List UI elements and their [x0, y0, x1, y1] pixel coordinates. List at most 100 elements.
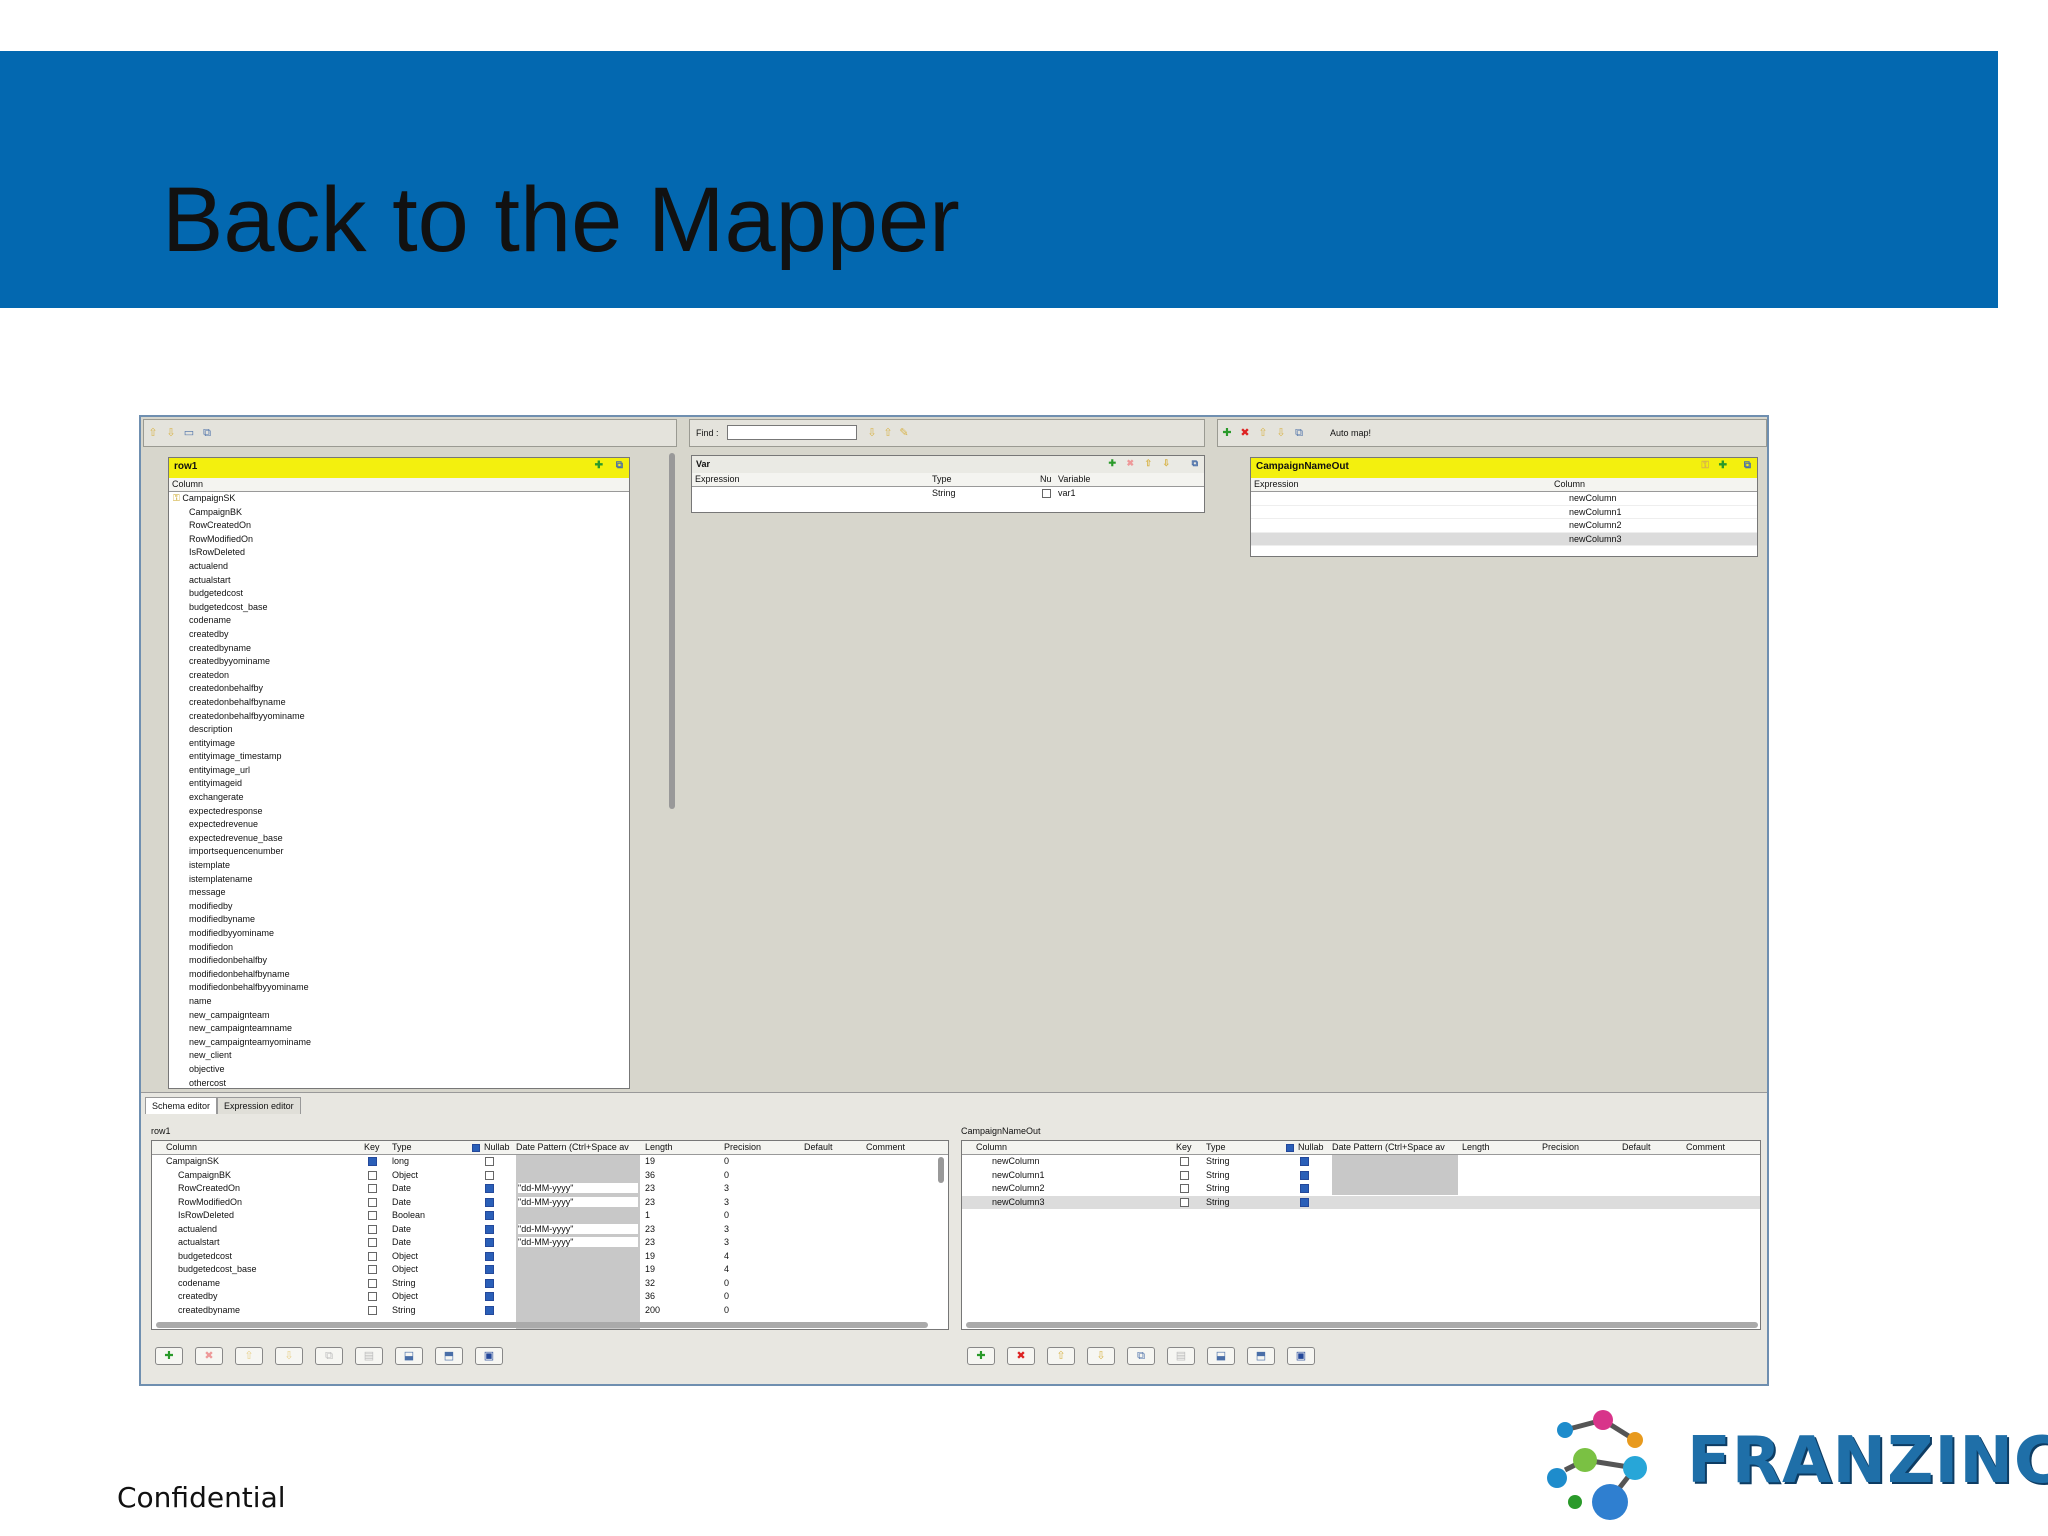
- table-row[interactable]: RowModifiedOn Date "dd-MM-yyyy" 23 3: [152, 1196, 948, 1210]
- table-row[interactable]: createdbyname String 200 0: [152, 1304, 948, 1318]
- window-icon[interactable]: ⧉: [1293, 427, 1305, 439]
- input-column-item[interactable]: modifiedon: [169, 941, 629, 955]
- key-checkbox[interactable]: [368, 1157, 377, 1167]
- move-up-button[interactable]: ⇧: [235, 1347, 263, 1365]
- key-checkbox[interactable]: [368, 1305, 377, 1315]
- arrow-down-icon[interactable]: ⇩: [1275, 427, 1287, 439]
- nullable-checkbox[interactable]: [1300, 1170, 1309, 1180]
- input-column-item[interactable]: message: [169, 886, 629, 900]
- input-column-item[interactable]: budgetedcost_base: [169, 601, 629, 615]
- arrow-up-icon[interactable]: ⇧: [1257, 427, 1269, 439]
- table-row[interactable]: IsRowDeleted Boolean 1 0: [152, 1209, 948, 1223]
- input-column-item[interactable]: new_campaignteamname: [169, 1022, 629, 1036]
- input-column-item[interactable]: name: [169, 995, 629, 1009]
- input-column-item[interactable]: new_campaignteamyominame: [169, 1036, 629, 1050]
- input-column-item[interactable]: expectedrevenue: [169, 818, 629, 832]
- nullable-checkbox[interactable]: [485, 1278, 494, 1288]
- key-checkbox[interactable]: [1180, 1184, 1189, 1194]
- var-row[interactable]: String var1: [692, 487, 1204, 501]
- paste-button[interactable]: ▤: [1167, 1347, 1195, 1365]
- input-column-item[interactable]: IsRowDeleted: [169, 546, 629, 560]
- add-row-button[interactable]: ✚: [967, 1347, 995, 1365]
- copy-button[interactable]: ⧉: [315, 1347, 343, 1365]
- input-column-item[interactable]: modifiedbyname: [169, 913, 629, 927]
- key-checkbox[interactable]: [368, 1292, 377, 1302]
- find-input[interactable]: [727, 425, 857, 440]
- key-checkbox[interactable]: [368, 1238, 377, 1248]
- add-column-icon[interactable]: ✚: [1719, 460, 1727, 471]
- key-checkbox[interactable]: [1180, 1170, 1189, 1180]
- key-checkbox[interactable]: [368, 1184, 377, 1194]
- input-column-item[interactable]: modifiedbyyominame: [169, 927, 629, 941]
- remove-icon[interactable]: ✖: [1126, 458, 1134, 469]
- input-column-item[interactable]: modifiedby: [169, 900, 629, 914]
- add-column-icon[interactable]: ✚: [595, 460, 603, 471]
- window-icon[interactable]: ⧉: [616, 460, 623, 471]
- move-down-button[interactable]: ⇩: [1087, 1347, 1115, 1365]
- input-column-item[interactable]: expectedrevenue_base: [169, 832, 629, 846]
- nullable-checkbox[interactable]: [1300, 1197, 1309, 1207]
- import-button[interactable]: ⬓: [395, 1347, 423, 1365]
- arrow-down-icon[interactable]: ⇩: [165, 427, 177, 439]
- arrow-up-icon[interactable]: ⇧: [147, 427, 159, 439]
- left-grid-scrollbar[interactable]: [938, 1157, 944, 1183]
- key-checkbox[interactable]: [368, 1170, 377, 1180]
- input-column-item[interactable]: codename: [169, 614, 629, 628]
- key-checkbox[interactable]: [1180, 1197, 1189, 1207]
- input-column-item[interactable]: istemplatename: [169, 873, 629, 887]
- arrow-up-icon[interactable]: ⇧: [1144, 458, 1152, 469]
- copy-button[interactable]: ⧉: [1127, 1347, 1155, 1365]
- remove-icon[interactable]: ✖: [1239, 427, 1251, 439]
- table-row[interactable]: CampaignBK Object 36 0: [152, 1169, 948, 1183]
- input-column-item[interactable]: ⚿ CampaignSK: [169, 492, 629, 506]
- export-button[interactable]: ⬒: [435, 1347, 463, 1365]
- input-column-item[interactable]: modifiedonbehalfby: [169, 954, 629, 968]
- find-down-icon[interactable]: ⇩: [866, 427, 878, 439]
- nullable-checkbox[interactable]: [485, 1170, 494, 1180]
- input-column-item[interactable]: entityimage_url: [169, 764, 629, 778]
- nullable-checkbox[interactable]: [485, 1224, 494, 1234]
- tab-expression-editor[interactable]: Expression editor: [217, 1097, 301, 1114]
- input-column-item[interactable]: istemplate: [169, 859, 629, 873]
- table-row[interactable]: newColumn3 String: [962, 1195, 1760, 1209]
- left-grid-hscrollbar[interactable]: [156, 1322, 928, 1328]
- nullable-checkbox[interactable]: [485, 1211, 494, 1221]
- nullable-checkbox[interactable]: [485, 1157, 494, 1167]
- paste-button[interactable]: ▤: [355, 1347, 383, 1365]
- nullable-checkbox[interactable]: [1300, 1184, 1309, 1194]
- input-column-item[interactable]: createdby: [169, 628, 629, 642]
- input-column-item[interactable]: exchangerate: [169, 791, 629, 805]
- input-column-item[interactable]: createdon: [169, 669, 629, 683]
- arrow-down-icon[interactable]: ⇩: [1162, 458, 1170, 469]
- table-row[interactable]: RowCreatedOn Date "dd-MM-yyyy" 23 3: [152, 1182, 948, 1196]
- nullable-checkbox[interactable]: [485, 1197, 494, 1207]
- nullable-checkbox[interactable]: [1300, 1157, 1309, 1167]
- key-checkbox[interactable]: [368, 1224, 377, 1234]
- highlight-icon[interactable]: ✎: [898, 427, 910, 439]
- input-column-item[interactable]: createdonbehalfbyname: [169, 696, 629, 710]
- input-column-item[interactable]: entityimage: [169, 737, 629, 751]
- move-down-button[interactable]: ⇩: [275, 1347, 303, 1365]
- table-row[interactable]: actualstart Date "dd-MM-yyyy" 23 3: [152, 1236, 948, 1250]
- table-row[interactable]: newColumn String: [962, 1155, 1760, 1169]
- save-button[interactable]: ▣: [475, 1347, 503, 1365]
- input-scrollbar[interactable]: [669, 453, 675, 809]
- input-column-item[interactable]: modifiedonbehalfbyname: [169, 968, 629, 982]
- import-button[interactable]: ⬓: [1207, 1347, 1235, 1365]
- table-row[interactable]: newColumn1 String: [962, 1169, 1760, 1183]
- input-column-item[interactable]: entityimageid: [169, 777, 629, 791]
- key-checkbox[interactable]: [368, 1251, 377, 1261]
- table-row[interactable]: budgetedcost_base Object 19 4: [152, 1263, 948, 1277]
- input-column-item[interactable]: actualend: [169, 560, 629, 574]
- key-checkbox[interactable]: [368, 1278, 377, 1288]
- window-icon[interactable]: ⧉: [201, 427, 213, 439]
- auto-map-button[interactable]: Auto map!: [1330, 428, 1371, 438]
- input-column-item[interactable]: new_client: [169, 1049, 629, 1063]
- save-button[interactable]: ▣: [1287, 1347, 1315, 1365]
- key-checkbox[interactable]: [368, 1265, 377, 1275]
- input-column-item[interactable]: CampaignBK: [169, 506, 629, 520]
- table-row[interactable]: createdby Object 36 0: [152, 1290, 948, 1304]
- add-icon[interactable]: ✚: [1221, 427, 1233, 439]
- nullable-checkbox[interactable]: [485, 1305, 494, 1315]
- input-column-item[interactable]: createdbyname: [169, 642, 629, 656]
